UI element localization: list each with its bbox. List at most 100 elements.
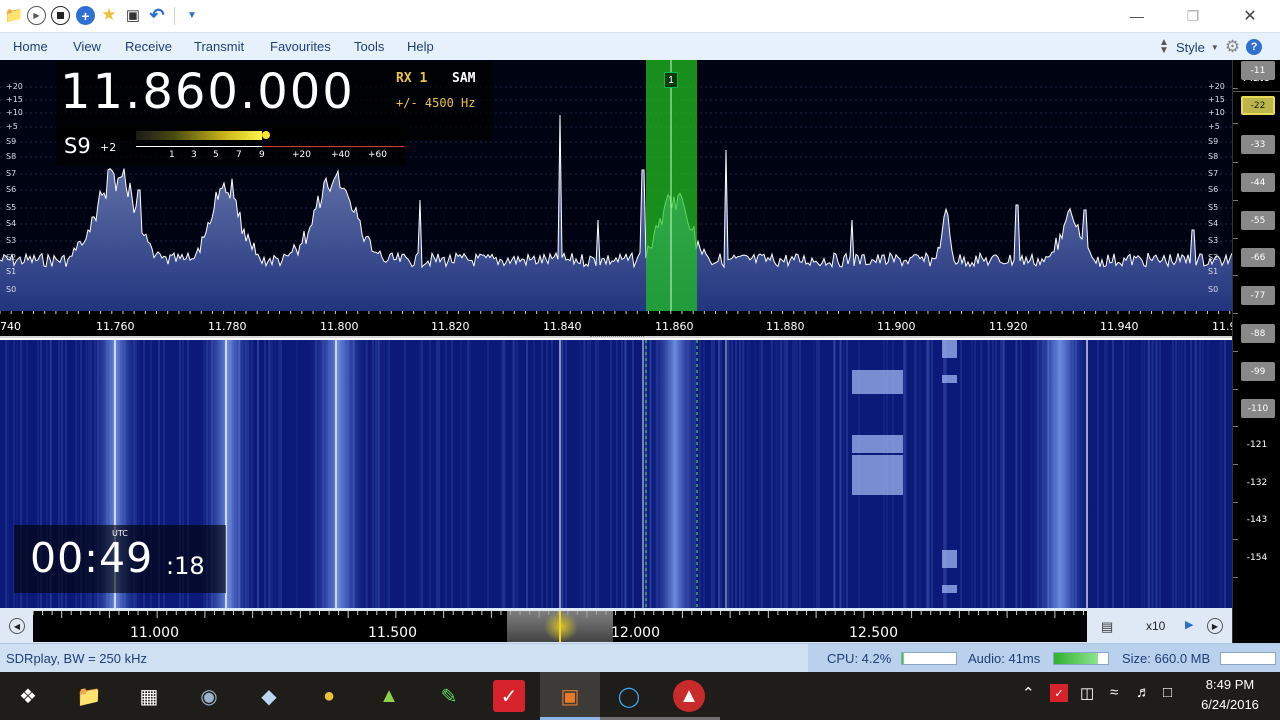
menu-home[interactable]: Home — [13, 39, 48, 54]
app-icon-1[interactable]: ◉ — [193, 680, 225, 712]
menu-receive[interactable]: Receive — [125, 39, 172, 54]
menu-tools[interactable]: Tools — [354, 39, 384, 54]
scale-right-label: S0 — [1208, 285, 1219, 294]
scroll-right-button[interactable]: ▶ — [1207, 618, 1223, 634]
battery-icon[interactable]: ◫ — [1080, 684, 1094, 702]
db-level-button[interactable]: -66 — [1241, 248, 1275, 267]
ruler-label: 11.820 — [431, 320, 470, 333]
updown-arrows-icon: ▲ ▼ — [1159, 37, 1169, 56]
scale-right-label: +20 — [1208, 82, 1225, 91]
camera-icon[interactable]: ▣ — [123, 5, 143, 25]
volume-icon[interactable]: ♬ — [1136, 684, 1151, 701]
menu-help[interactable]: Help — [407, 39, 434, 54]
style-menu[interactable]: ▲ ▼ Style ▼ ⚙ ? — [1158, 37, 1263, 57]
frequency-ruler[interactable]: 740 11.760 11.780 11.800 11.820 11.840 11.860 1… — [0, 311, 1232, 338]
menu-favourites[interactable]: Favourites — [270, 39, 331, 54]
customize-toolbar-icon[interactable]: ▼ — [182, 5, 202, 25]
scale-left-label: S8 — [6, 152, 17, 161]
app-icon-4[interactable]: ✎ — [433, 680, 465, 712]
open-folder-icon[interactable]: 📁 — [4, 5, 24, 25]
s-meter-bar — [136, 131, 262, 140]
db-tickmark — [1233, 351, 1238, 352]
meter-tick-label: 9 — [259, 150, 265, 160]
scale-left-label: +5 — [6, 122, 18, 131]
tray-chevron-icon[interactable]: ⌃ — [1022, 684, 1035, 702]
scroll-left-button[interactable]: ◀ — [9, 618, 25, 634]
app-icon-2[interactable]: ◆ — [253, 680, 285, 712]
s-meter-reading: S9 — [64, 134, 91, 158]
spectrum-display[interactable]: +20 +15 +10 +5 S9 S8 S7 S6 S5 S4 S3 S2 S1 S0 +20 +15 +1… — [0, 60, 1232, 311]
gear-icon[interactable]: ⚙ — [1225, 37, 1240, 57]
notification-icon[interactable]: □ — [1163, 684, 1172, 701]
menu-transmit[interactable]: Transmit — [194, 39, 244, 54]
db-level-button[interactable]: -55 — [1241, 211, 1275, 230]
overview-track[interactable]: 11.000 11.500 12.000 12.500 — [33, 611, 1087, 642]
undo-icon[interactable]: ↶ — [147, 5, 167, 25]
scale-left-label: S4 — [6, 219, 17, 228]
db-tickmark — [1233, 426, 1238, 427]
sdr-app-icon[interactable]: ▣ — [554, 680, 586, 712]
db-level-button[interactable]: -77 — [1241, 286, 1275, 305]
internet-explorer-icon[interactable]: ◯ — [613, 680, 645, 712]
db-level-button[interactable]: -44 — [1241, 173, 1275, 192]
close-button[interactable]: ✕ — [1227, 0, 1273, 32]
help-icon[interactable]: ? — [1246, 39, 1263, 55]
radio-app-icon[interactable]: ▲ — [673, 680, 705, 712]
play-icon[interactable]: ▶ — [27, 6, 46, 25]
db-level-button[interactable]: -11 — [1241, 61, 1275, 80]
minimize-button[interactable]: — — [1114, 0, 1160, 32]
store-icon[interactable]: ▦ — [133, 680, 165, 712]
taskbar-time[interactable]: 8:49 PM — [1190, 677, 1270, 692]
scale-right-label: S3 — [1208, 236, 1219, 245]
favourite-star-icon[interactable]: ★ — [99, 5, 119, 25]
zoom-icon[interactable]: ▤ — [1101, 619, 1113, 635]
ruler-label: 11.880 — [766, 320, 805, 333]
overview-label: 11.500 — [368, 625, 417, 641]
waterfall-display[interactable]: UTC 00:49 :18 — [0, 340, 1232, 608]
tray-antivirus-icon[interactable]: ✓ — [1050, 684, 1068, 702]
meter-tick-label: 5 — [213, 150, 219, 160]
scale-right-label: S6 — [1208, 185, 1219, 194]
ruler-label: 11.940 — [1100, 320, 1139, 333]
db-level-button[interactable]: -99 — [1241, 362, 1275, 381]
menu-view[interactable]: View — [73, 39, 101, 54]
ruler-label: 11.9 — [1212, 320, 1232, 333]
meter-tick-label: 1 — [169, 150, 175, 160]
cpu-meter — [901, 652, 957, 665]
app-icon-3[interactable]: ▲ — [373, 680, 405, 712]
restore-button[interactable]: ❐ — [1170, 0, 1216, 32]
cpu-status: CPU: 4.2% — [827, 651, 892, 666]
frequency-readout[interactable]: 11.860.000 — [60, 64, 355, 120]
scale-left-label: S6 — [6, 185, 17, 194]
meter-tick-label: +60 — [368, 150, 387, 160]
scale-right-label: S7 — [1208, 169, 1219, 178]
zoom-arrow-icon[interactable]: ▶ — [1185, 618, 1193, 631]
scale-right-label: S8 — [1208, 152, 1219, 161]
zoom-level[interactable]: x10 — [1146, 619, 1165, 633]
channel-marker[interactable]: 1 — [664, 72, 678, 88]
scale-right-label: +5 — [1208, 122, 1220, 131]
db-tickmark — [1233, 123, 1238, 124]
taskbar-date[interactable]: 6/24/2016 — [1190, 697, 1270, 712]
meter-tick-label: +20 — [292, 150, 311, 160]
db-level-button[interactable]: -88 — [1241, 324, 1275, 343]
audio-buffer-meter — [1053, 652, 1109, 665]
ruler-label: 11.800 — [320, 320, 359, 333]
file-explorer-icon[interactable]: 📁 — [73, 680, 105, 712]
rx-label: RX 1 — [396, 71, 428, 86]
db-level-selected[interactable]: -22 — [1241, 96, 1275, 115]
windows-start-icon[interactable]: ❖ — [12, 680, 44, 712]
wifi-icon[interactable]: ≈ — [1110, 684, 1118, 701]
s-meter-plus: +2 — [100, 141, 117, 154]
db-level-button[interactable]: -33 — [1241, 135, 1275, 154]
meter-scale-line — [136, 146, 262, 147]
antivirus-icon[interactable]: ✓ — [493, 680, 525, 712]
db-tickmark — [1233, 313, 1238, 314]
splitter-grip[interactable] — [590, 336, 644, 339]
scale-left-label: S3 — [6, 236, 17, 245]
db-level-button[interactable]: -110 — [1241, 399, 1275, 418]
chrome-icon[interactable]: ● — [313, 680, 345, 712]
add-icon[interactable]: + — [76, 6, 95, 25]
mode-label[interactable]: SAM — [452, 71, 475, 86]
stop-icon[interactable] — [51, 6, 70, 25]
